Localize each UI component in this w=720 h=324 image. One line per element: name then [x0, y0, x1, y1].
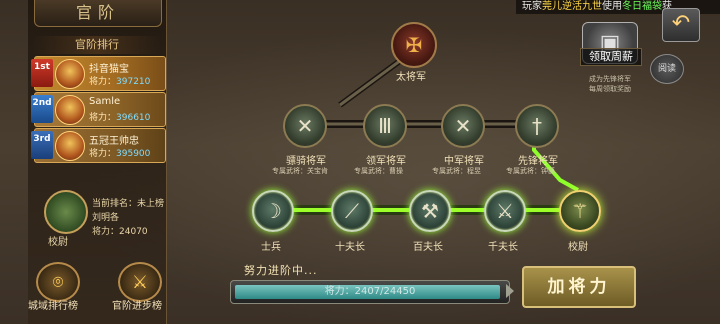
my-name: 刘明各: [92, 213, 120, 223]
page-title: 官阶: [34, 0, 162, 27]
rank-badge-3: 3rd: [31, 131, 53, 159]
rank-label-general: 先锋将军: [518, 156, 558, 167]
rank-node-general-3[interactable]: ✕: [441, 104, 485, 148]
progress-title: 努力进阶中...: [244, 264, 318, 277]
helmet-avatar-icon: [55, 59, 85, 89]
rank-label-general: 领军将军: [366, 156, 406, 167]
rank-label-thousand-captain: 千夫长: [488, 242, 518, 253]
power-progress-bar: 将力：2407/24450: [230, 280, 510, 304]
ranking-power: 将力：396610: [89, 113, 151, 123]
weekly-salary-desc: 成为先锋将军 每周领取奖励: [589, 75, 631, 93]
helmet-avatar-icon: [55, 131, 85, 161]
rank-badge-2: 2nd: [31, 95, 53, 123]
rank-node-thousand-captain[interactable]: ⚔: [484, 190, 526, 232]
weapon-icon: †: [532, 114, 542, 138]
rank-label-general: 中军将军: [444, 156, 484, 167]
rank-node-grand-general[interactable]: ✠: [391, 22, 437, 68]
back-button[interactable]: ↶: [662, 8, 700, 42]
my-rank-icon: [44, 190, 88, 234]
rank-node-colonel-current[interactable]: ⚚: [559, 190, 601, 232]
rank-sublabel: 专属武将：程昱: [432, 167, 481, 175]
rank-label-ten-captain: 十夫长: [335, 242, 365, 253]
halberd-icon: ⚚: [571, 199, 589, 223]
ranking-row-2[interactable]: 2nd Samle 将力：396610: [31, 92, 166, 127]
back-arrow-icon: ↶: [671, 11, 691, 36]
progress-arrow-icon: [506, 284, 514, 298]
axe-icon: ⚒: [421, 199, 439, 223]
my-rank-position: 当前排名：未上榜: [92, 199, 165, 209]
ranking-row-3[interactable]: 3rd 五冠王帅忠 将力：395900: [31, 128, 166, 163]
ranking-header: 官阶排行: [32, 36, 162, 54]
crossed-swords-icon: ⚔: [131, 271, 149, 293]
ranking-row-1[interactable]: 1st 抖音猫宝 将力：397210: [31, 56, 166, 91]
rank-node-soldier[interactable]: ☽: [252, 190, 294, 232]
power-progress-text: 将力：2407/24450: [324, 286, 416, 297]
read-button[interactable]: 阅读: [650, 54, 684, 84]
my-rank-title: 校尉: [48, 237, 68, 248]
add-power-button[interactable]: 加将力: [522, 266, 636, 308]
blade-icon: ⚔: [496, 199, 514, 223]
crossed-swords-icon: ✠: [405, 33, 423, 57]
rank-node-general-1[interactable]: ✕: [283, 104, 327, 148]
ranking-name: 抖音猫宝: [89, 64, 129, 75]
rank-progress-button[interactable]: ⚔: [118, 262, 162, 302]
rank-node-general-2[interactable]: Ⅲ: [363, 104, 407, 148]
rank-label-grand-general: 太将军: [396, 72, 426, 83]
rank-label-soldier: 士兵: [261, 242, 281, 253]
rank-label-colonel: 校尉: [568, 242, 588, 253]
rank-sublabel: 专属武将：曹操: [354, 167, 403, 175]
weapon-icon: Ⅲ: [378, 114, 392, 138]
rank-label-general: 骠骑将军: [286, 156, 326, 167]
rank-progress-label: 官阶进步榜: [112, 301, 162, 312]
rank-node-general-4[interactable]: †: [515, 104, 559, 148]
rank-badge-1: 1st: [31, 59, 53, 87]
city-rank-label: 城域排行榜: [28, 301, 78, 312]
my-power: 将力：24070: [92, 227, 148, 237]
map-pin-icon: ⌾: [52, 271, 64, 293]
spear-icon: ⟋: [345, 199, 359, 223]
rank-sublabel: 专属武将：关宝肯: [272, 167, 328, 175]
rank-node-hundred-captain[interactable]: ⚒: [409, 190, 451, 232]
rank-label-hundred-captain: 百夫长: [413, 242, 443, 253]
weapon-icon: ✕: [296, 114, 314, 138]
helmet-avatar-icon: [55, 95, 85, 125]
ranking-name: 五冠王帅忠: [89, 136, 139, 147]
rank-node-ten-captain[interactable]: ⟋: [331, 190, 373, 232]
sickle-icon: ☽: [264, 199, 282, 223]
rank-sublabel: 专属武将：钟繇: [506, 167, 555, 175]
ranking-power: 将力：395900: [89, 149, 151, 159]
city-rank-button[interactable]: ⌾: [36, 262, 80, 302]
weapon-icon: ✕: [454, 114, 472, 138]
ranking-power: 将力：397210: [89, 77, 151, 87]
weekly-salary-button[interactable]: 领取周薪: [580, 48, 642, 66]
ranking-name: Samle: [89, 96, 121, 107]
